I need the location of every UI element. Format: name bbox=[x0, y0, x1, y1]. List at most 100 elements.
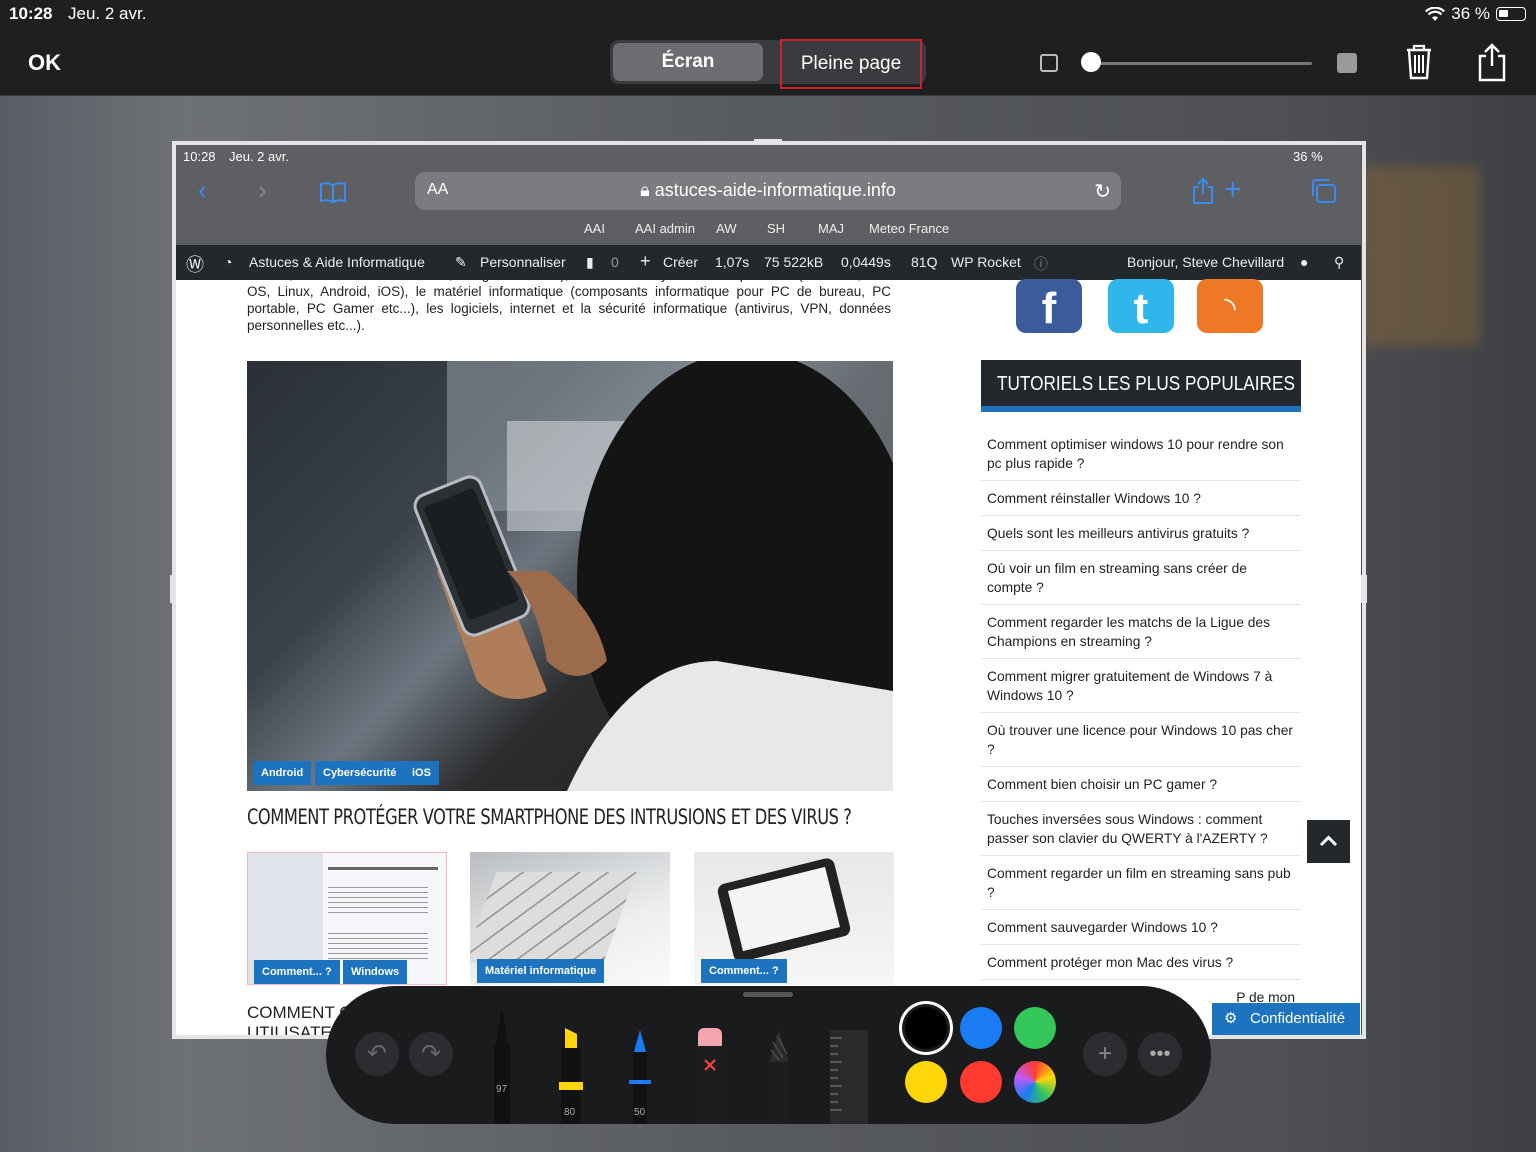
color-blue[interactable] bbox=[960, 1007, 1002, 1049]
scroll-to-top-button[interactable] bbox=[1307, 820, 1350, 863]
address-bar: AA 🔒︎ astuces-aide-informatique.info ↻ bbox=[415, 172, 1121, 210]
list-item[interactable]: Touches inversées sous Windows : comment… bbox=[981, 802, 1301, 856]
add-button[interactable]: + bbox=[1083, 1032, 1127, 1076]
preview-time: 10:28 bbox=[183, 149, 216, 164]
tab-full-page[interactable]: Pleine page bbox=[780, 39, 922, 89]
gear-icon: ⚙ bbox=[1224, 1010, 1238, 1027]
privacy-label: Confidentialité bbox=[1250, 1010, 1346, 1027]
list-item[interactable]: Comment regarder un film en streaming sa… bbox=[981, 856, 1301, 910]
thumbnail-hardware[interactable]: Matériel informatique bbox=[470, 852, 670, 985]
pen-width: 97 bbox=[496, 1084, 508, 1095]
opacity-slider[interactable] bbox=[1090, 62, 1312, 65]
favorite-item: MAJ bbox=[818, 221, 844, 236]
admin-query-time: 0,0449s bbox=[841, 254, 891, 270]
plus-icon: + bbox=[640, 251, 651, 271]
list-item[interactable]: Comment regarder les matchs de la Ligue … bbox=[981, 605, 1301, 659]
more-options-button[interactable]: ••• bbox=[1138, 1032, 1182, 1076]
status-time: 10:28 bbox=[9, 4, 53, 23]
color-black[interactable] bbox=[905, 1007, 947, 1049]
redo-button[interactable]: ↷ bbox=[409, 1032, 453, 1076]
color-green[interactable] bbox=[1014, 1007, 1056, 1049]
article-hero-image[interactable]: Android Cybersécurité iOS bbox=[247, 361, 893, 791]
list-item[interactable]: Comment bien choisir un PC gamer ? bbox=[981, 767, 1301, 802]
ruler-tool[interactable] bbox=[830, 1030, 868, 1124]
status-bar: 10:28 Jeu. 2 avr. 36 % bbox=[0, 0, 1536, 28]
favorite-item: AW bbox=[716, 221, 737, 236]
crop-handle-top[interactable] bbox=[754, 139, 782, 145]
rocket-icon: ⓘ bbox=[1034, 256, 1048, 272]
opacity-max-icon bbox=[1337, 53, 1357, 73]
color-red[interactable] bbox=[960, 1061, 1002, 1103]
comment-icon: ▮ bbox=[586, 254, 594, 270]
battery-percent: 36 % bbox=[1451, 4, 1490, 23]
undo-button[interactable]: ↶ bbox=[355, 1032, 399, 1076]
opacity-min-icon bbox=[1040, 54, 1058, 72]
brush-icon: ✎ bbox=[455, 254, 467, 270]
new-tab-icon: + bbox=[1224, 173, 1242, 206]
list-item[interactable]: Comment sauvegarder Windows 10 ? bbox=[981, 910, 1301, 945]
article-headline[interactable]: COMMENT PROTÉGER VOTRE SMARTPHONE DES IN… bbox=[247, 805, 852, 829]
marker-width: 80 bbox=[564, 1107, 576, 1118]
screenshot-preview[interactable]: 10:28 Jeu. 2 avr. 36 % ‹ › AA 🔒︎ astuces… bbox=[176, 145, 1361, 1035]
ok-button[interactable]: OK bbox=[28, 50, 61, 76]
lasso-tool[interactable] bbox=[763, 1028, 795, 1124]
smartphone-photo bbox=[413, 361, 893, 791]
list-item[interactable]: Où trouver une licence pour Windows 10 p… bbox=[981, 713, 1301, 767]
tag-cybersecurity[interactable]: Cybersécurité bbox=[315, 761, 405, 785]
preview-battery: 36 % bbox=[1293, 149, 1323, 164]
capture-mode-control: Écran Pleine page bbox=[610, 39, 926, 89]
admin-customize: Personnaliser bbox=[480, 254, 566, 270]
forward-icon: › bbox=[258, 175, 267, 205]
thumb-tag[interactable]: Comment... ? bbox=[254, 960, 340, 984]
screenshot-toolbar: OK Écran Pleine page bbox=[0, 28, 1536, 96]
trash-icon[interactable] bbox=[1401, 42, 1437, 82]
wp-admin-bar: Ⓦ ◔ Astuces & Aide Informatique ✎ Person… bbox=[176, 245, 1361, 280]
popular-list: Comment optimiser windows 10 pour rendre… bbox=[981, 427, 1301, 1014]
wifi-icon bbox=[1425, 6, 1446, 21]
color-yellow[interactable] bbox=[905, 1061, 947, 1103]
admin-load-time: 1,07s bbox=[715, 254, 750, 270]
tag-ios[interactable]: iOS bbox=[404, 761, 439, 785]
popular-header: TUTORIELS LES PLUS POPULAIRES bbox=[981, 360, 1301, 412]
eraser-tool[interactable] bbox=[694, 1026, 726, 1124]
list-item[interactable]: Comment protéger mon Mac des virus ? bbox=[981, 945, 1301, 980]
thumbnail-windows-users[interactable]: Comment... ? Windows bbox=[247, 852, 447, 985]
crop-handle-left[interactable] bbox=[170, 575, 176, 603]
facebook-icon[interactable]: f bbox=[1016, 279, 1082, 333]
popular-title: TUTORIELS LES PLUS POPULAIRES bbox=[997, 373, 1295, 395]
favorite-item: AAI admin bbox=[635, 221, 695, 236]
list-item[interactable]: Comment réinstaller Windows 10 ? bbox=[981, 481, 1301, 516]
list-item[interactable]: Comment migrer gratuitement de Windows 7… bbox=[981, 659, 1301, 713]
rss-icon[interactable]: ◝ bbox=[1197, 279, 1263, 333]
tag-android[interactable]: Android bbox=[253, 761, 312, 785]
color-picker-wheel[interactable] bbox=[1014, 1061, 1056, 1103]
thumb-tag[interactable]: Windows bbox=[343, 960, 408, 984]
list-item[interactable]: Où voir un film en streaming sans créer … bbox=[981, 551, 1301, 605]
admin-rocket: WP Rocket bbox=[951, 254, 1021, 270]
dashboard-icon: ◔ bbox=[224, 254, 233, 270]
opacity-slider-knob[interactable] bbox=[1081, 52, 1101, 72]
favorite-item: AAI bbox=[584, 221, 605, 236]
preview-date: Jeu. 2 avr. bbox=[229, 149, 289, 164]
admin-site-name: Astuces & Aide Informatique bbox=[249, 254, 425, 270]
lock-icon: 🔒︎ bbox=[640, 180, 650, 200]
palette-grip[interactable] bbox=[743, 992, 793, 997]
markup-palette: ↶ ↷ 97 80 50 + ••• bbox=[326, 986, 1211, 1124]
thumbnail-google-tablet[interactable]: Comment... ? bbox=[694, 852, 894, 985]
thumb-tag[interactable]: Matériel informatique bbox=[477, 959, 605, 983]
privacy-button[interactable]: ⚙ Confidentialité bbox=[1212, 1003, 1360, 1035]
pen-tool[interactable] bbox=[486, 1004, 518, 1124]
favorite-item: Meteo France bbox=[869, 221, 950, 236]
share-icon[interactable] bbox=[1474, 42, 1510, 82]
url-text: astuces-aide-informatique.info bbox=[654, 180, 896, 200]
tab-screen[interactable]: Écran bbox=[613, 43, 763, 81]
status-date: Jeu. 2 avr. bbox=[68, 4, 147, 23]
list-item[interactable]: Comment optimiser windows 10 pour rendre… bbox=[981, 427, 1301, 481]
wordpress-icon: Ⓦ bbox=[186, 255, 204, 275]
thumb-tag[interactable]: Comment... ? bbox=[701, 959, 787, 983]
admin-memory: 75 522kB bbox=[764, 254, 824, 270]
crop-handle-right[interactable] bbox=[1361, 575, 1367, 603]
list-item[interactable]: Quels sont les meilleurs antivirus gratu… bbox=[981, 516, 1301, 551]
battery-icon bbox=[1496, 7, 1526, 21]
twitter-icon[interactable]: t bbox=[1108, 279, 1174, 333]
